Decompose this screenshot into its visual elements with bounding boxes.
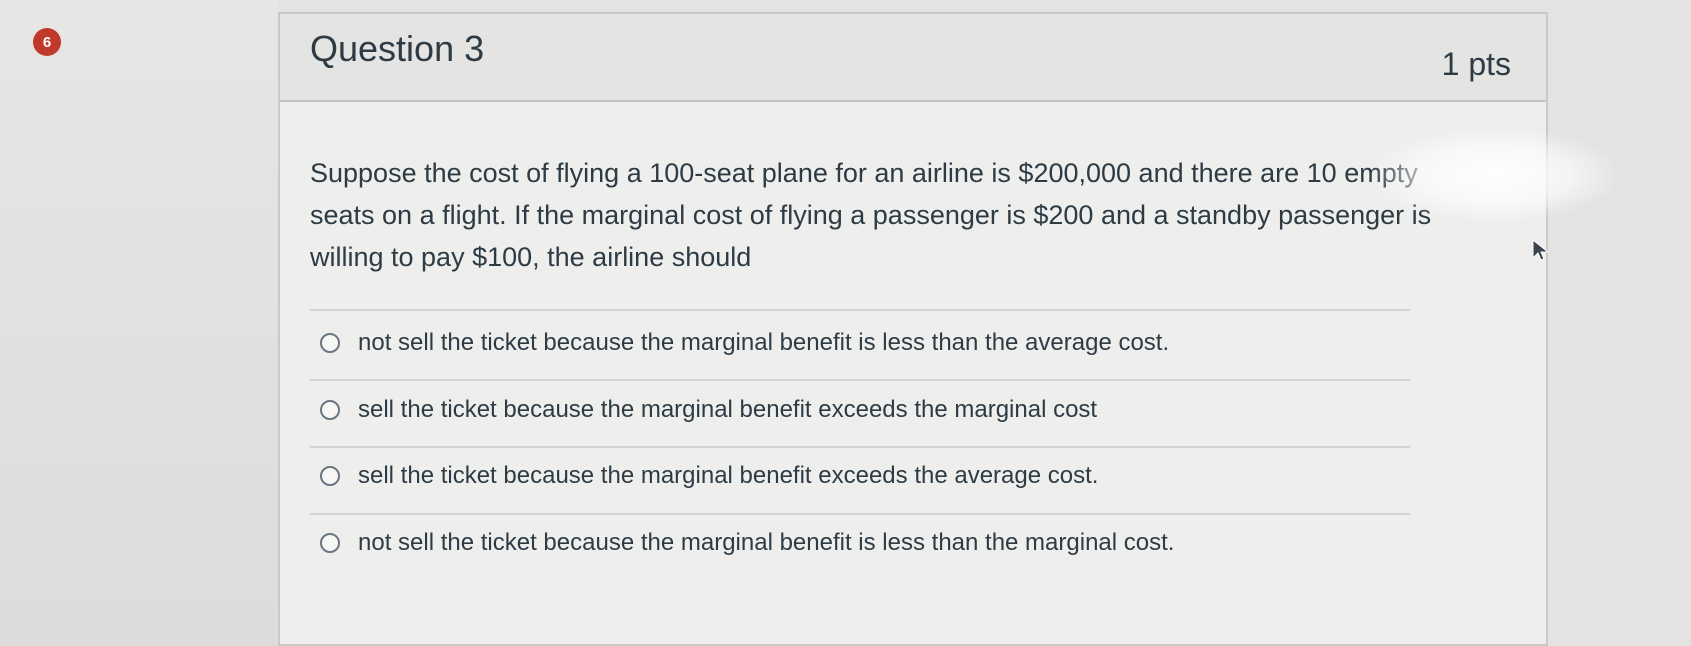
radio-button-icon[interactable] bbox=[320, 400, 340, 420]
answer-label: sell the ticket because the marginal ben… bbox=[358, 462, 1099, 489]
answer-divider bbox=[310, 446, 1410, 448]
answer-label: not sell the ticket because the marginal… bbox=[358, 529, 1175, 556]
question-header: Question 3 1 pts bbox=[280, 14, 1546, 102]
question-card: Question 3 1 pts Suppose the cost of fly… bbox=[278, 12, 1548, 646]
answer-option-2[interactable]: sell the ticket because the marginal ben… bbox=[320, 396, 1097, 424]
answer-option-1[interactable]: not sell the ticket because the marginal… bbox=[320, 329, 1169, 357]
answer-option-4[interactable]: not sell the ticket because the marginal… bbox=[320, 529, 1174, 557]
answer-divider bbox=[310, 309, 1410, 311]
answer-label: not sell the ticket because the marginal… bbox=[358, 329, 1170, 356]
question-title: Question 3 bbox=[310, 28, 485, 69]
answer-divider bbox=[310, 513, 1410, 515]
radio-button-icon[interactable] bbox=[320, 333, 340, 353]
radio-button-icon[interactable] bbox=[320, 533, 340, 553]
answer-divider bbox=[310, 379, 1410, 381]
answer-label: sell the ticket because the marginal ben… bbox=[358, 396, 1098, 423]
mouse-pointer-icon bbox=[1532, 238, 1550, 261]
question-points: 1 pts bbox=[1441, 46, 1511, 82]
question-number-badge[interactable]: 6 bbox=[33, 28, 61, 56]
answer-option-3[interactable]: sell the ticket because the marginal ben… bbox=[320, 462, 1098, 490]
left-margin bbox=[0, 0, 278, 646]
question-text: Suppose the cost of flying a 100-seat pl… bbox=[310, 158, 1432, 272]
radio-button-icon[interactable] bbox=[320, 466, 340, 486]
